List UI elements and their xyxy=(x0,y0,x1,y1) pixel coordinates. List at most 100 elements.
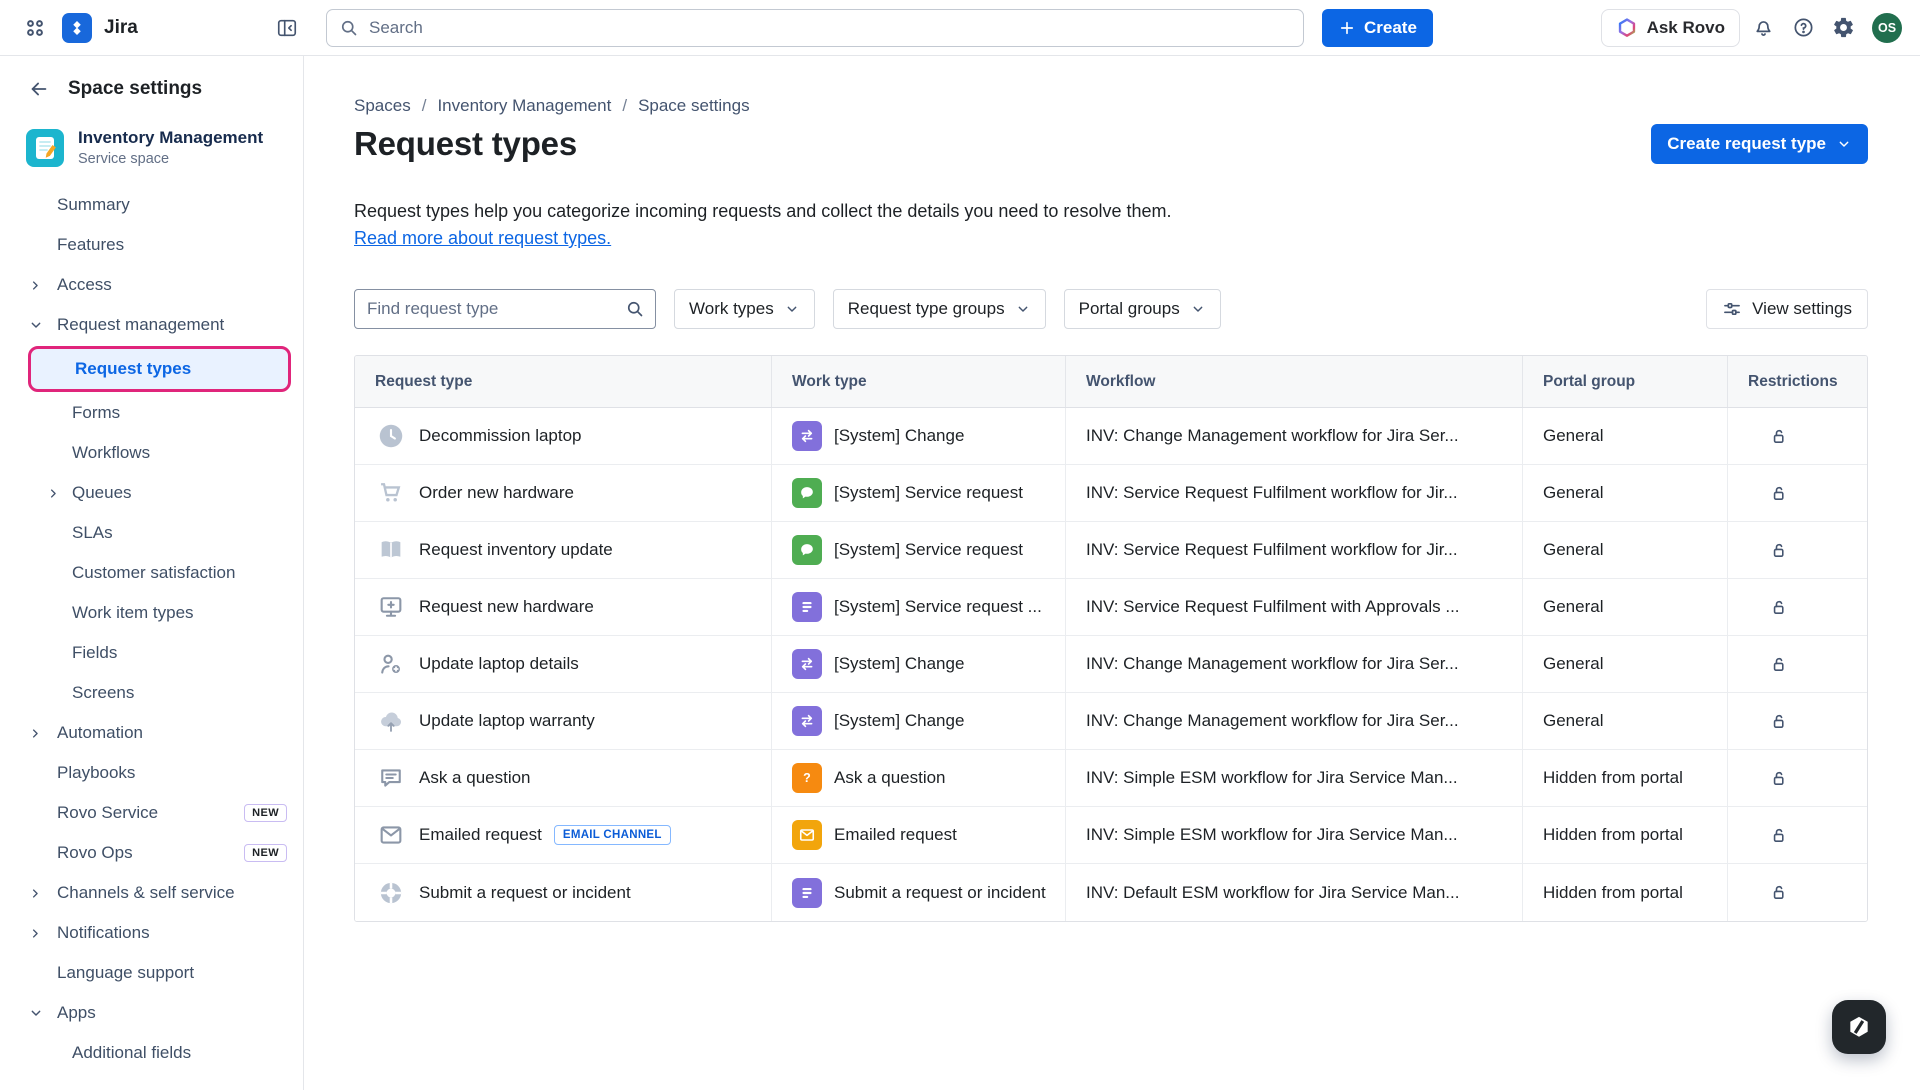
sidebar-item-label: Screens xyxy=(72,683,134,703)
sidebar-item-label: Customer satisfaction xyxy=(72,563,235,583)
arrow-left-icon xyxy=(28,78,50,100)
column-header-workflow: Workflow xyxy=(1065,356,1522,407)
sidebar-item-label: Work item types xyxy=(72,603,194,623)
sidebar-item-playbooks[interactable]: Playbooks xyxy=(0,753,303,793)
chevron-right-icon[interactable] xyxy=(28,726,43,741)
sidebar-item-channels-self-service[interactable]: Channels & self service xyxy=(0,873,303,913)
global-search xyxy=(326,9,1304,47)
top-nav-left: Jira xyxy=(18,11,304,45)
avatar[interactable]: OS xyxy=(1872,13,1902,43)
search-input[interactable] xyxy=(326,9,1304,47)
help-button[interactable] xyxy=(1786,11,1820,45)
sidebar-item-additional-fields[interactable]: Additional fields xyxy=(0,1033,303,1073)
sidebar-items: SummaryFeaturesAccessRequest managementR… xyxy=(0,185,303,1073)
workflow-name: INV: Change Management workflow for Jira… xyxy=(1086,654,1459,674)
request-type-name: Decommission laptop xyxy=(419,426,582,446)
chevron-right-icon[interactable] xyxy=(46,486,61,501)
work-types-dropdown[interactable]: Work types xyxy=(674,289,815,329)
column-header-work-type: Work type xyxy=(771,356,1065,407)
sidebar-item-label: Automation xyxy=(57,723,143,743)
sidebar-item-automation[interactable]: Automation xyxy=(0,713,303,753)
sidebar-item-label: Language support xyxy=(57,963,194,983)
question-icon: ? xyxy=(792,763,822,793)
settings-button[interactable] xyxy=(1826,11,1860,45)
space-header: Inventory Management Service space xyxy=(0,128,303,167)
sidebar-item-access[interactable]: Access xyxy=(0,265,303,305)
sidebar-item-summary[interactable]: Summary xyxy=(0,185,303,225)
sidebar-item-features[interactable]: Features xyxy=(0,225,303,265)
portal-group-value: General xyxy=(1543,426,1603,446)
table-row-request-new-hardware[interactable]: Request new hardware[System] Service req… xyxy=(355,579,1867,636)
portal-groups-dropdown-label: Portal groups xyxy=(1079,299,1180,319)
sidebar-item-apps[interactable]: Apps xyxy=(0,993,303,1033)
work-type-name: [System] Service request ... xyxy=(834,597,1042,617)
rovo-chat-button[interactable] xyxy=(1832,1000,1886,1054)
chevron-down-icon[interactable] xyxy=(28,1005,44,1021)
table-row-submit-a-request-or-incident[interactable]: Submit a request or incidentSubmit a req… xyxy=(355,864,1867,921)
view-settings-button[interactable]: View settings xyxy=(1706,289,1868,329)
workflow-name: INV: Change Management workflow for Jira… xyxy=(1086,426,1459,446)
plus-icon xyxy=(1338,19,1356,37)
sidebar-item-customer-satisfaction[interactable]: Customer satisfaction xyxy=(0,553,303,593)
table-row-decommission-laptop[interactable]: Decommission laptop[System] ChangeINV: C… xyxy=(355,408,1867,465)
sidebar-item-label: Notifications xyxy=(57,923,150,943)
column-header-portal-group: Portal group xyxy=(1522,356,1727,407)
request-type-name: Ask a question xyxy=(419,768,531,788)
find-request-type-input[interactable] xyxy=(354,289,656,329)
monitor-add-icon xyxy=(375,593,407,621)
chat-icon xyxy=(375,764,407,792)
portal-groups-dropdown[interactable]: Portal groups xyxy=(1064,289,1221,329)
work-type-name: [System] Change xyxy=(834,711,964,731)
create-request-type-label: Create request type xyxy=(1667,134,1826,154)
read-more-link[interactable]: Read more about request types. xyxy=(354,228,611,249)
back-button[interactable] xyxy=(26,76,52,102)
sidebar-item-slas[interactable]: SLAs xyxy=(0,513,303,553)
cloud-upload-icon xyxy=(375,707,407,735)
sidebar-item-work-item-types[interactable]: Work item types xyxy=(0,593,303,633)
sidebar-item-queues[interactable]: Queues xyxy=(0,473,303,513)
table-row-order-new-hardware[interactable]: Order new hardware[System] Service reque… xyxy=(355,465,1867,522)
envelope-icon xyxy=(375,821,407,849)
table-row-update-laptop-warranty[interactable]: Update laptop warranty[System] ChangeINV… xyxy=(355,693,1867,750)
sidebar-item-workflows[interactable]: Workflows xyxy=(0,433,303,473)
chevron-right-icon[interactable] xyxy=(28,278,43,293)
notifications-button[interactable] xyxy=(1746,11,1780,45)
app-switcher-button[interactable] xyxy=(18,11,52,45)
space-avatar xyxy=(26,129,64,167)
document-icon xyxy=(792,878,822,908)
sidebar-item-fields[interactable]: Fields xyxy=(0,633,303,673)
portal-group-value: General xyxy=(1543,654,1603,674)
breadcrumb-project[interactable]: Inventory Management xyxy=(411,96,612,116)
create-request-type-button[interactable]: Create request type xyxy=(1651,124,1868,164)
sidebar-item-request-types[interactable]: Request types xyxy=(28,346,291,392)
table-row-ask-a-question[interactable]: Ask a question?Ask a questionINV: Simple… xyxy=(355,750,1867,807)
table-row-update-laptop-details[interactable]: Update laptop details[System] ChangeINV:… xyxy=(355,636,1867,693)
request-type-name: Update laptop details xyxy=(419,654,579,674)
sidebar-item-rovo-ops[interactable]: Rovo OpsNEW xyxy=(0,833,303,873)
breadcrumb-space-settings[interactable]: Space settings xyxy=(611,96,749,116)
unlock-icon xyxy=(1768,483,1789,504)
sidebar-item-notifications[interactable]: Notifications xyxy=(0,913,303,953)
table-row-request-inventory-update[interactable]: Request inventory update[System] Service… xyxy=(355,522,1867,579)
breadcrumb-spaces[interactable]: Spaces xyxy=(354,96,411,116)
request-type-groups-dropdown[interactable]: Request type groups xyxy=(833,289,1046,329)
sidebar-item-forms[interactable]: Forms xyxy=(0,393,303,433)
unlock-icon xyxy=(1768,711,1789,732)
book-icon xyxy=(375,536,407,564)
sidebar-item-rovo-service[interactable]: Rovo ServiceNEW xyxy=(0,793,303,833)
portal-group-value: Hidden from portal xyxy=(1543,825,1683,845)
email-channel-badge: EMAIL CHANNEL xyxy=(554,825,671,845)
sidebar-item-label: Fields xyxy=(72,643,117,663)
create-button[interactable]: Create xyxy=(1322,9,1433,47)
collapse-sidebar-button[interactable] xyxy=(270,11,304,45)
sidebar-item-label: Features xyxy=(57,235,124,255)
ask-rovo-button[interactable]: Ask Rovo xyxy=(1601,9,1740,47)
chevron-down-icon[interactable] xyxy=(28,317,44,333)
sidebar-item-screens[interactable]: Screens xyxy=(0,673,303,713)
sidebar-header: Space settings xyxy=(0,76,303,102)
table-row-emailed-request[interactable]: Emailed requestEMAIL CHANNELEmailed requ… xyxy=(355,807,1867,864)
sidebar-item-request-management[interactable]: Request management xyxy=(0,305,303,345)
sidebar-item-language-support[interactable]: Language support xyxy=(0,953,303,993)
chevron-right-icon[interactable] xyxy=(28,886,43,901)
chevron-right-icon[interactable] xyxy=(28,926,43,941)
